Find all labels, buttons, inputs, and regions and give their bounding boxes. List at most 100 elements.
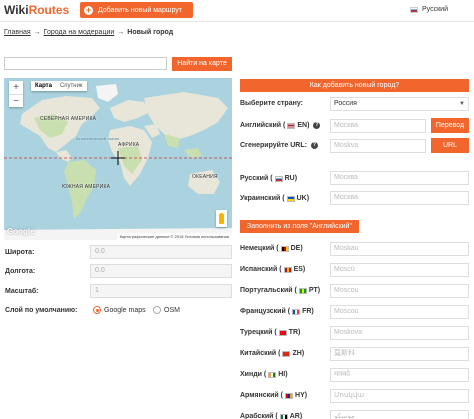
latitude-field[interactable]: 0.0 — [90, 245, 232, 259]
radio-selected-icon — [93, 306, 101, 314]
layer-google-label: Google maps — [104, 306, 146, 314]
language-label-text: Немецкий — [240, 245, 275, 252]
how-to-add-city-button[interactable]: Как добавить новый город? — [240, 79, 469, 92]
russia-flag-icon — [410, 6, 419, 13]
breadcrumb-moderation[interactable]: Города на модерации — [44, 29, 115, 36]
russian-name-field[interactable]: Москва — [330, 171, 469, 185]
flag-icon — [285, 392, 294, 399]
url-label: Сгенерируйте URL: ? — [240, 142, 318, 149]
zoom-in-button[interactable]: + — [9, 81, 23, 94]
language-label: Китайский (ZH) — [240, 350, 304, 357]
breadcrumb-current: Новый город — [127, 29, 174, 36]
breadcrumb-separator: → — [117, 29, 125, 36]
chevron-down-icon: ▼ — [459, 101, 465, 107]
language-selector[interactable]: Русский — [410, 6, 448, 13]
logo[interactable]: WikiRoutes — [4, 3, 69, 17]
language-code: DE) — [290, 245, 303, 252]
breadcrumb-separator: → — [33, 29, 41, 36]
language-label-text: Турецкий — [240, 329, 273, 336]
language-name-field[interactable]: Moscou — [330, 305, 469, 319]
russian-label-text: Русский — [240, 175, 269, 182]
english-label-text: Английский — [240, 122, 282, 129]
paren: ( — [273, 413, 278, 419]
map-search-input[interactable] — [4, 57, 167, 70]
paren: ( — [268, 175, 273, 182]
paren: ( — [278, 392, 284, 399]
help-icon[interactable]: ? — [310, 142, 318, 149]
flag-icon — [282, 350, 291, 357]
help-icon[interactable]: ? — [313, 122, 321, 129]
flag-icon — [283, 266, 292, 273]
breadcrumb-home[interactable]: Главная — [4, 29, 31, 36]
find-on-map-button[interactable]: Найти на карте — [172, 57, 232, 71]
top-bar: WikiRoutes + Добавить новый маршрут Русс… — [0, 0, 474, 22]
fill-from-english-button[interactable]: Заполнить из поля "Английский" — [240, 220, 359, 233]
paren: ( — [285, 308, 291, 315]
paren: ( — [274, 245, 279, 252]
longitude-label: Долгота: — [5, 268, 36, 275]
language-code: HY) — [295, 392, 308, 399]
map[interactable]: + − Карта Спутник СЕВЕРНАЯ АМЕРИКА ЮЖНАЯ… — [4, 78, 232, 240]
language-code: HI) — [278, 371, 288, 378]
latitude-label: Широта: — [5, 249, 35, 256]
english-label: Английский ( EN) ? — [240, 122, 321, 129]
language-label: Арабский (AR) — [240, 413, 302, 419]
radio-icon — [153, 306, 161, 314]
map-attribution: Картографические данные © 2018 Условия и… — [116, 233, 232, 240]
language-label: Испанский ( ES) — [240, 266, 305, 273]
language-name-field[interactable]: मास्को — [330, 368, 469, 382]
language-label-text: Китайский — [240, 350, 277, 357]
usa-flag-icon — [287, 122, 296, 129]
map-type-map-button[interactable]: Карта — [31, 81, 56, 91]
russian-code: RU) — [284, 175, 298, 182]
language-label: Португальский (PT) — [240, 287, 320, 294]
language-code: TR) — [288, 329, 301, 336]
language-name-field[interactable]: موسكو — [330, 410, 469, 419]
language-name-field[interactable]: Moskova — [330, 326, 469, 340]
add-route-label: Добавить новый маршрут — [98, 6, 182, 14]
default-layer-label: Слой по умолчанию: — [5, 307, 78, 314]
language-code: ZH) — [292, 350, 305, 357]
russia-flag-icon — [274, 175, 283, 182]
language-name-field[interactable]: 莫斯科 — [330, 347, 469, 361]
language-name-field[interactable]: Մոսկվա — [330, 389, 469, 403]
zoom-control: + − — [9, 81, 23, 107]
language-label-text: Хинди — [240, 371, 262, 378]
paren: ( — [277, 266, 282, 273]
language-code: FR) — [302, 308, 314, 315]
language-code: AR) — [289, 413, 303, 419]
url-field[interactable]: Moskva — [330, 139, 426, 153]
language-code: ES) — [293, 266, 306, 273]
country-select[interactable]: Россия ▼ — [330, 97, 469, 111]
language-name-field[interactable]: Moscou — [330, 284, 469, 298]
language-label-text: Армянский — [240, 392, 279, 399]
language-label-text: Испанский — [240, 266, 278, 273]
flag-icon — [292, 308, 301, 315]
language-name-field[interactable]: Moscú — [330, 263, 469, 277]
flag-icon — [298, 287, 307, 294]
country-label: Выберите страну: — [240, 100, 303, 107]
layer-google-radio[interactable]: Google maps — [93, 306, 146, 314]
add-route-button[interactable]: + Добавить новый маршрут — [80, 2, 193, 18]
pegman-icon[interactable] — [216, 210, 227, 227]
url-button[interactable]: URL — [431, 138, 469, 153]
zoom-out-button[interactable]: − — [9, 94, 23, 107]
english-name-field[interactable]: Москва — [330, 119, 426, 133]
language-label: Немецкий ( DE) — [240, 245, 303, 252]
map-label-atlantic: Атлантический океан — [76, 136, 120, 141]
language-label: Русский — [422, 6, 448, 13]
ukrainian-name-field[interactable]: Москва — [330, 191, 469, 205]
scale-field[interactable]: 1 — [90, 284, 232, 298]
language-name-field[interactable]: Moskau — [330, 242, 469, 256]
translate-button[interactable]: Перевод — [431, 118, 469, 133]
paren: ( — [281, 122, 286, 129]
language-label: Французский ( FR) — [240, 308, 314, 315]
google-logo: Google — [7, 227, 35, 236]
map-label-oceania: ОКЕАНИЯ — [192, 174, 218, 180]
url-label-text: Сгенерируйте URL: — [240, 142, 307, 149]
language-label-text: Французский — [240, 308, 286, 315]
longitude-field[interactable]: 0.0 — [90, 264, 232, 278]
map-type-satellite-button[interactable]: Спутник — [56, 81, 87, 91]
layer-osm-radio[interactable]: OSM — [153, 306, 180, 314]
language-label: Хинди (HI) — [240, 371, 288, 378]
